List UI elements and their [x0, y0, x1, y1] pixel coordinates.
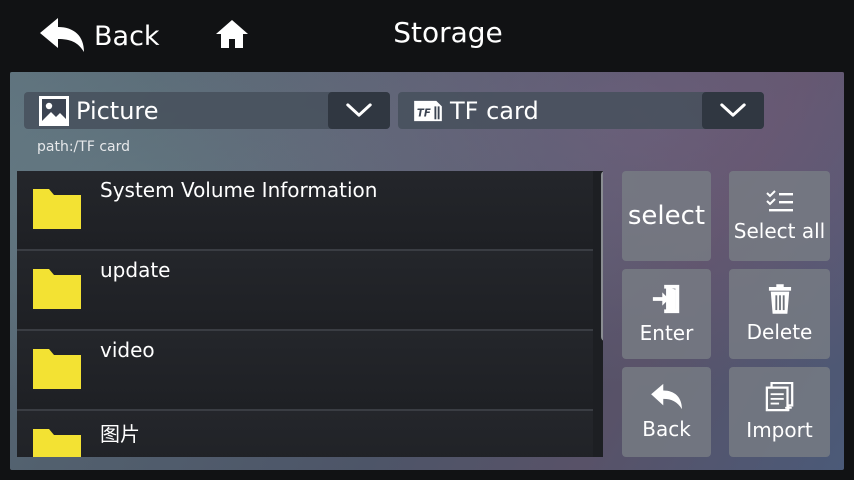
svg-text:TF: TF [417, 108, 431, 119]
chevron-down-icon[interactable] [328, 92, 390, 129]
tf-card-icon: TF [412, 95, 444, 127]
file-list: System Volume Information update video 图… [17, 171, 603, 457]
select-label: select [627, 201, 706, 231]
folder-icon [33, 429, 81, 457]
file-name: System Volume Information [100, 178, 378, 202]
import-icon [765, 382, 793, 412]
back-action-label: Back [642, 417, 691, 441]
delete-button[interactable]: Delete [729, 269, 830, 359]
select-all-button[interactable]: Select all [729, 171, 830, 261]
list-item[interactable]: System Volume Information [17, 171, 593, 251]
file-name: 图片 [100, 422, 140, 446]
trash-icon [768, 284, 791, 314]
select-button[interactable]: select [622, 171, 711, 261]
list-scrollbar[interactable] [601, 171, 603, 341]
picture-icon [38, 95, 70, 127]
delete-label: Delete [746, 320, 813, 344]
back-arrow-icon [650, 383, 682, 410]
enter-door-icon [652, 284, 679, 314]
folder-icon [33, 269, 81, 309]
storage-panel: Picture TF TF card path:/TF card System … [10, 72, 844, 470]
storage-source-dropdown[interactable]: TF TF card [398, 92, 764, 129]
back-action-button[interactable]: Back [622, 367, 711, 457]
file-type-value: Picture [76, 96, 159, 125]
list-item[interactable]: 图片 [17, 411, 593, 457]
list-item[interactable]: update [17, 251, 593, 331]
chevron-down-icon[interactable] [702, 92, 764, 129]
import-button[interactable]: Import [729, 367, 830, 457]
file-type-dropdown[interactable]: Picture [24, 92, 390, 129]
file-name: video [100, 338, 155, 362]
checklist-icon [765, 190, 793, 212]
import-label: Import [746, 418, 813, 442]
top-bar: Back Storage [0, 0, 854, 72]
select-all-label: Select all [733, 219, 826, 243]
list-item[interactable]: video [17, 331, 593, 411]
current-path: path:/TF card [37, 139, 130, 155]
enter-label: Enter [639, 321, 694, 345]
folder-icon [33, 349, 81, 389]
file-name: update [100, 258, 171, 282]
folder-icon [33, 189, 81, 229]
enter-button[interactable]: Enter [622, 269, 711, 359]
storage-source-value: TF card [450, 96, 539, 125]
page-title: Storage [393, 16, 503, 49]
